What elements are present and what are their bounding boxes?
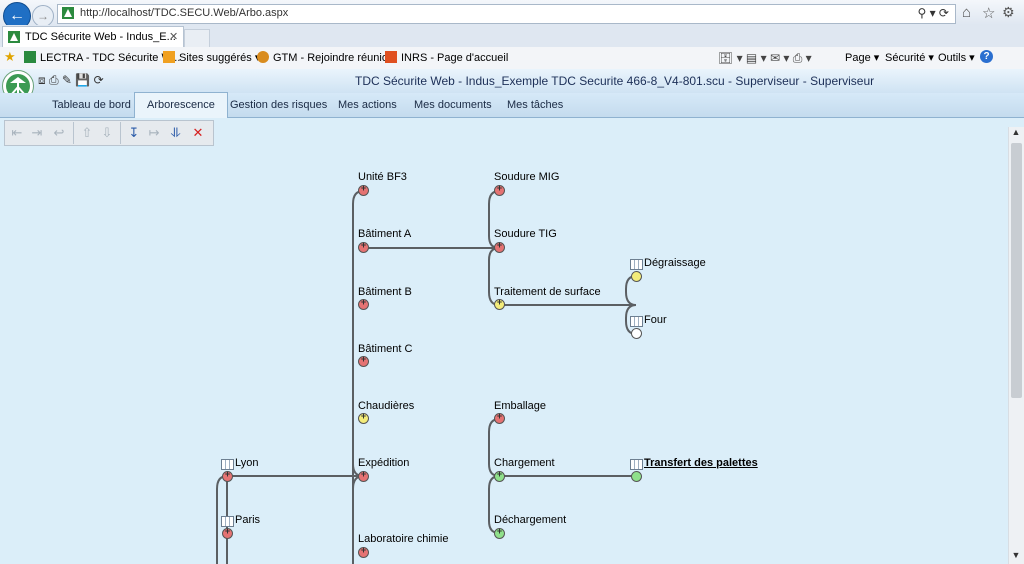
favorite-label: LECTRA - TDC Sécurite W... [40,52,181,64]
tree-node-chargement[interactable]: Chargement [494,457,555,469]
node-status-red[interactable] [494,411,505,424]
tab-strip: TDC Sécurite Web - Indus_E... ✕ [0,25,1024,48]
toolbar-divider [73,122,74,144]
favorites-star-icon[interactable]: ★ [4,49,16,65]
search-icon[interactable]: ⚲ ▾ ⟳ [917,6,949,20]
grid-icon [630,459,643,470]
scroll-down-icon[interactable]: ▼ [1008,550,1024,564]
favorites-bar: ★ LECTRA - TDC Sécurite W... Sites suggé… [0,47,1024,70]
node-status-red[interactable] [494,183,505,196]
tree-node-paris[interactable]: Paris [235,514,260,526]
favorite-link[interactable]: Sites suggérés ▾ [163,51,260,64]
site-icon [62,7,74,19]
tab-arborescence[interactable]: Arborescence [134,92,228,118]
tools-menu[interactable]: Outils ▾ [938,51,975,64]
favorites-star-icon[interactable]: ☆ [982,4,995,22]
favorite-link[interactable]: INRS - Page d'accueil [385,51,508,64]
node-status-red[interactable] [358,297,369,310]
home-icon[interactable]: ⌂ [962,4,971,21]
grid-icon [630,259,643,270]
node-status-red[interactable] [494,240,505,253]
node-status-yellow[interactable] [494,297,505,310]
node-status-green[interactable] [631,471,642,482]
browser-tab[interactable]: TDC Sécurite Web - Indus_E... ✕ [2,26,184,48]
add-child-icon[interactable]: ↧ [126,125,142,141]
page-menu[interactable]: Page ▾ [845,51,879,64]
move-right-icon[interactable]: ⇥ [29,125,45,141]
tree-node-traitement-de-surface[interactable]: Traitement de surface [494,286,601,298]
tree-node-four[interactable]: Four [644,314,667,326]
node-status-red[interactable] [358,545,369,558]
node-status-red[interactable] [358,183,369,196]
scroll-up-icon[interactable]: ▲ [1008,127,1024,141]
scroll-thumb[interactable] [1011,143,1022,398]
address-bar[interactable]: http://localhost/TDC.SECU.Web/Arbo.aspx … [57,4,956,24]
node-status-green[interactable] [494,469,505,482]
add-sibling-icon[interactable]: ↦ [146,125,162,141]
tab-title: TDC Sécurite Web - Indus_E... [25,31,176,43]
collapse-icon[interactable]: ↩ [51,125,67,141]
node-status-red[interactable] [222,526,233,539]
tab-mes-documents[interactable]: Mes documents [402,93,504,117]
tree-node-soudure-tig[interactable]: Soudure TIG [494,228,557,240]
favorite-link[interactable]: GTM - Rejoindre réunion [257,51,394,64]
tab-mes-taches[interactable]: Mes tâches [495,93,575,117]
tree-connectors [216,190,637,564]
tree-node-lyon[interactable]: Lyon [235,457,258,469]
forward-arrow-icon[interactable]: → [32,5,54,27]
node-status-green[interactable] [494,526,505,539]
gear-icon[interactable]: ⚙ [1002,4,1015,21]
delete-icon[interactable]: ✕ [190,125,206,141]
page-title: TDC Sécurite Web - Indus_Exemple TDC Sec… [355,74,875,88]
address-url: http://localhost/TDC.SECU.Web/Arbo.aspx [80,7,289,19]
node-status-red[interactable] [222,469,233,482]
main-menu: Tableau de bord Arborescence Gestion des… [0,92,1024,118]
command-icons[interactable]: 🗄 ▾ ▤ ▾ ✉ ▾ ⎙ ▾ [718,51,812,66]
app-quick-tools[interactable]: ⧈ ⎙ ✎ 💾 ⟳ [38,73,104,88]
tree-node-degraissage[interactable]: Dégraissage [644,257,706,269]
help-icon[interactable]: ? [980,50,993,63]
tree-node-soudure-mig[interactable]: Soudure MIG [494,171,559,183]
app-header: TDC Sécurite Web - Indus_Exemple TDC Sec… [0,69,1024,94]
close-icon[interactable]: ✕ [169,30,178,43]
tab-tableau-de-bord[interactable]: Tableau de bord [40,93,143,117]
favorite-label: GTM - Rejoindre réunion [273,52,395,64]
grid-icon [630,316,643,327]
tree-node-laboratoire-chimie[interactable]: Laboratoire chimie [358,533,449,545]
tree-node-dechargement[interactable]: Déchargement [494,514,566,526]
new-tab-button[interactable] [184,29,210,48]
tree-node-transfert-des-palettes[interactable]: Transfert des palettes [644,457,758,469]
node-status-red[interactable] [358,354,369,367]
tab-gestion-des-risques[interactable]: Gestion des risques [218,93,339,117]
tree-toolbar: ⇤ ⇥ ↩ ⇧ ⇩ ↧ ↦ ⥥ ✕ [4,120,214,146]
move-left-icon[interactable]: ⇤ [9,125,25,141]
tab-site-icon [8,31,20,43]
tab-mes-actions[interactable]: Mes actions [326,93,409,117]
tree-node-expedition[interactable]: Expédition [358,457,409,469]
move-up-icon[interactable]: ⇧ [79,125,95,141]
tree-node-unite-bf3[interactable]: Unité BF3 [358,171,407,183]
tree-node-batiment-a[interactable]: Bâtiment A [358,228,411,240]
insert-icon[interactable]: ⥥ [168,125,184,141]
node-status-yellow[interactable] [358,411,369,424]
move-down-icon[interactable]: ⇩ [99,125,115,141]
favorite-label: INRS - Page d'accueil [401,52,509,64]
node-status-red[interactable] [358,469,369,482]
node-status-red[interactable] [358,240,369,253]
toolbar-divider [120,122,121,144]
favorite-label: Sites suggérés ▾ [179,52,261,64]
node-status-white[interactable] [631,328,642,339]
node-status-yellow[interactable] [631,271,642,282]
favorite-link[interactable]: LECTRA - TDC Sécurite W... [24,51,180,64]
security-menu[interactable]: Sécurité ▾ [885,51,934,64]
